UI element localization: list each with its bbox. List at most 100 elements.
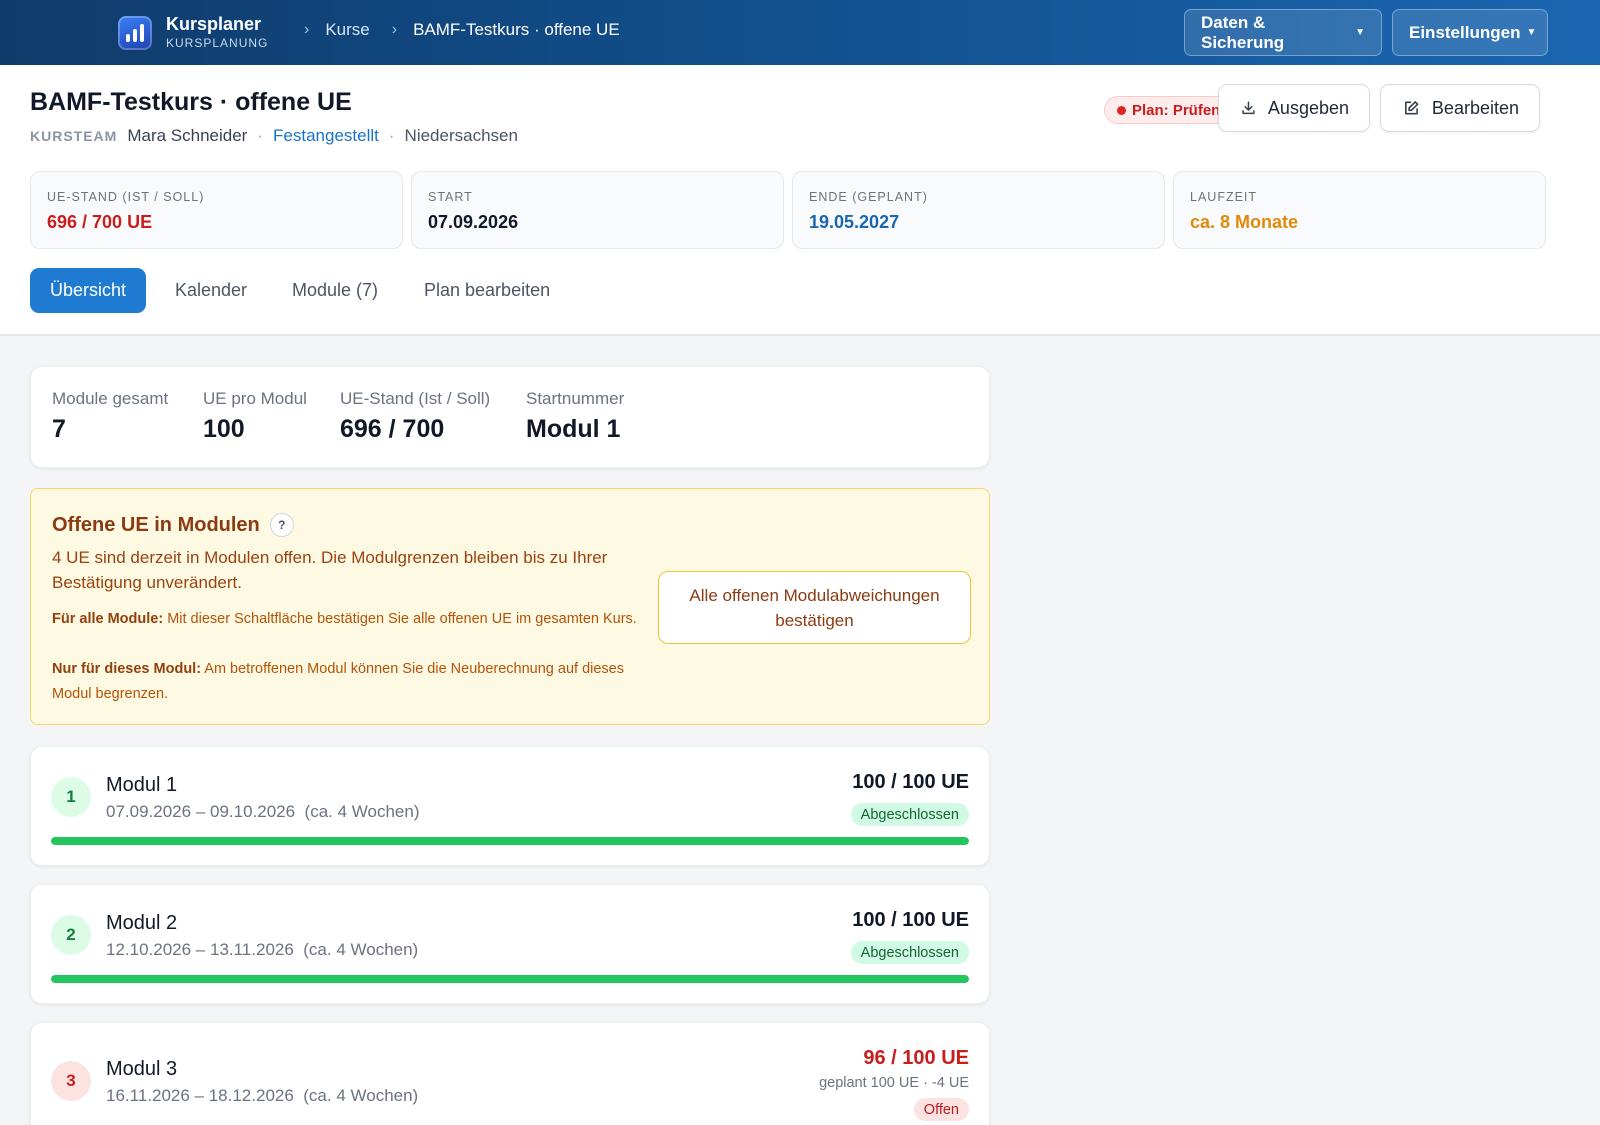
tab-modules[interactable]: Module (7) xyxy=(272,268,398,313)
summary-value: Modul 1 xyxy=(526,415,621,443)
teacher-name: Mara Schneider xyxy=(127,126,248,145)
module-dates: 07.09.2026 – 09.10.2026 (ca. 4 Wochen) xyxy=(106,802,420,822)
separator-dot: · xyxy=(388,126,395,145)
breadcrumb-courses-link[interactable]: Kurse xyxy=(325,20,369,40)
module-card[interactable]: 3 Modul 3 16.11.2026 – 18.12.2026 (ca. 4… xyxy=(30,1022,990,1125)
stat-value: ca. 8 Monate xyxy=(1190,212,1299,232)
course-header: BAMF-Testkurs · offene UE KURSTEAM Mara … xyxy=(0,65,1600,336)
edit-button[interactable]: Bearbeiten xyxy=(1380,84,1540,132)
summary-item: Startnummer Modul 1 xyxy=(526,389,624,444)
settings-label: Einstellungen xyxy=(1409,22,1521,42)
plan-status-badge: Plan: Prüfen xyxy=(1104,96,1234,124)
summary-item: Module gesamt 7 xyxy=(52,389,168,444)
module-name: Modul 2 xyxy=(106,912,178,934)
caret-down-icon: ▼ xyxy=(1355,27,1365,38)
status-badge: Abgeschlossen xyxy=(850,941,969,964)
module-date-range: 07.09.2026 – 09.10.2026 xyxy=(106,802,296,821)
caret-down-icon: ▼ xyxy=(1526,27,1537,38)
summary-label: Startnummer xyxy=(526,389,625,408)
stat-card-ue: UE-STAND (IST / SOLL) 696 / 700 UE xyxy=(30,171,403,249)
module-name: Modul 1 xyxy=(106,774,178,796)
plan-status-text: Plan: Prüfen xyxy=(1132,101,1221,119)
stat-label: ENDE (GEPLANT) xyxy=(809,190,928,204)
stat-card-start: START 07.09.2026 xyxy=(411,171,784,249)
module-card[interactable]: 2 Modul 2 12.10.2026 – 13.11.2026 (ca. 4… xyxy=(30,884,990,1004)
module-progress-fill xyxy=(51,975,969,983)
summary-value: 100 xyxy=(203,415,245,443)
module-duration: (ca. 4 Wochen) xyxy=(304,802,420,821)
stat-card-end: ENDE (GEPLANT) 19.05.2027 xyxy=(792,171,1165,249)
breadcrumb-current: BAMF-Testkurs · offene UE xyxy=(413,20,620,39)
module-duration: (ca. 4 Wochen) xyxy=(303,1086,419,1105)
status-badge: Abgeschlossen xyxy=(850,803,969,826)
summary-item: UE pro Modul 100 xyxy=(203,389,307,444)
stat-card-duration: LAUFZEIT ca. 8 Monate xyxy=(1173,171,1546,249)
help-icon[interactable]: ? xyxy=(269,513,294,537)
module-number-badge: 1 xyxy=(51,777,91,817)
data-backup-menu-button[interactable]: Daten & Sicherung ▼ xyxy=(1184,9,1382,56)
region: Niedersachsen xyxy=(404,126,518,145)
stat-label: LAUFZEIT xyxy=(1190,190,1258,204)
status-dot-icon xyxy=(1117,105,1126,115)
breadcrumb: › Kurse › BAMF-Testkurs · offene UE xyxy=(304,20,642,40)
warning-note-single: Nur für dieses Modul: Am betroffenen Mod… xyxy=(52,657,642,707)
app-brand[interactable]: Kursplaner KURSPLANUNG xyxy=(118,14,268,51)
export-button[interactable]: Ausgeben xyxy=(1218,84,1370,132)
module-name: Modul 3 xyxy=(106,1058,178,1080)
module-dates: 16.11.2026 – 18.12.2026 (ca. 4 Wochen) xyxy=(106,1086,418,1106)
note-text: Mit dieser Schaltfläche bestätigen Sie a… xyxy=(163,611,637,627)
module-ue: 100 / 100 UE xyxy=(852,909,969,931)
module-number-badge: 2 xyxy=(51,915,91,955)
stat-value: 07.09.2026 xyxy=(428,212,519,232)
app-subtitle: KURSPLANUNG xyxy=(166,36,269,50)
warning-text: 4 UE sind derzeit in Modulen offen. Die … xyxy=(52,548,608,592)
summary-card: Module gesamt 7 UE pro Modul 100 UE-Stan… xyxy=(30,366,990,468)
stat-value: 19.05.2027 xyxy=(809,212,900,232)
status-badge: Offen xyxy=(913,1098,969,1121)
export-label: Ausgeben xyxy=(1267,97,1349,118)
tab-edit-plan[interactable]: Plan bearbeiten xyxy=(404,268,570,313)
warning-title: Offene UE in Modulen xyxy=(52,513,260,536)
chart-logo-icon xyxy=(118,15,152,50)
note-bold: Für alle Module: xyxy=(52,611,164,627)
data-backup-label: Daten & Sicherung xyxy=(1201,12,1285,52)
top-bar: Kursplaner KURSPLANUNG › Kurse › BAMF-Te… xyxy=(0,0,1600,65)
chevron-right-icon: › xyxy=(391,21,398,38)
module-card[interactable]: 1 Modul 1 07.09.2026 – 09.10.2026 (ca. 4… xyxy=(30,746,990,866)
confirm-all-deviations-button[interactable]: Alle offenen Modulabweichungen bestätige… xyxy=(658,571,971,644)
course-meta: KURSTEAM Mara Schneider · Festangestellt… xyxy=(30,126,518,146)
summary-item: UE-Stand (Ist / Soll) 696 / 700 xyxy=(340,389,490,444)
employment-link[interactable]: Festangestellt xyxy=(273,126,379,146)
summary-value: 7 xyxy=(52,415,66,443)
module-progress-bar xyxy=(51,837,969,845)
summary-label: UE-Stand (Ist / Soll) xyxy=(340,389,491,408)
team-label: KURSTEAM xyxy=(30,128,118,144)
module-dates: 12.10.2026 – 13.11.2026 (ca. 4 Wochen) xyxy=(106,940,418,960)
module-ue: 96 / 100 UE xyxy=(863,1047,969,1069)
summary-label: UE pro Modul xyxy=(203,389,307,408)
module-planned-ue: geplant 100 UE · -4 UE xyxy=(819,1075,969,1091)
stat-value: 696 / 700 UE xyxy=(47,212,153,232)
warning-title-row: Offene UE in Modulen ? xyxy=(52,513,294,537)
open-ue-warning: Offene UE in Modulen ? 4 UE sind derzeit… xyxy=(30,488,990,725)
tab-calendar[interactable]: Kalender xyxy=(155,268,267,313)
page-title: BAMF-Testkurs · offene UE xyxy=(30,88,352,116)
download-icon xyxy=(1242,101,1255,115)
module-date-range: 12.10.2026 – 13.11.2026 xyxy=(106,940,294,959)
warning-note-all: Für alle Module: Mit dieser Schaltfläche… xyxy=(52,607,642,632)
settings-menu-button[interactable]: Einstellungen ▼ xyxy=(1392,9,1548,56)
module-ue: 100 / 100 UE xyxy=(852,771,969,793)
module-progress-bar xyxy=(51,975,969,983)
edit-label: Bearbeiten xyxy=(1431,97,1519,118)
separator-dot: · xyxy=(257,126,264,145)
module-number-badge: 3 xyxy=(51,1061,91,1101)
stat-label: UE-STAND (IST / SOLL) xyxy=(47,190,205,204)
summary-label: Module gesamt xyxy=(52,389,169,408)
app-title: Kursplaner xyxy=(166,14,262,34)
edit-icon xyxy=(1405,101,1419,115)
tab-overview[interactable]: Übersicht xyxy=(30,268,147,313)
note-bold: Nur für dieses Modul: xyxy=(52,661,202,677)
summary-value: 696 / 700 xyxy=(340,415,445,443)
module-progress-fill xyxy=(51,837,969,845)
chevron-right-icon: › xyxy=(304,21,310,38)
